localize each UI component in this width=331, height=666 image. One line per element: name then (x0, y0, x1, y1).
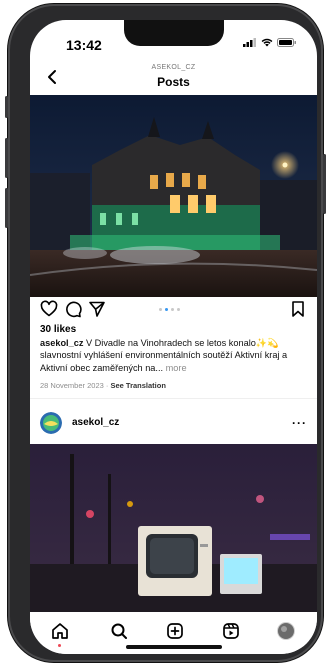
more-link[interactable]: more (163, 363, 187, 373)
volume-down-button (5, 188, 8, 228)
avatar[interactable] (40, 412, 62, 434)
likes-count[interactable]: 30 likes (40, 324, 76, 335)
battery-icon (277, 38, 296, 47)
share-icon[interactable] (88, 300, 106, 318)
post-caption: asekol_cz V Divadle na Vinohradech se le… (40, 337, 310, 374)
profile-avatar[interactable] (276, 621, 296, 641)
status-icons (243, 38, 297, 47)
see-translation-link[interactable]: See Translation (110, 381, 165, 390)
power-button (323, 154, 326, 214)
post-image-tvs[interactable] (30, 444, 317, 612)
search-icon[interactable] (109, 621, 129, 641)
heart-icon[interactable] (40, 300, 58, 318)
carousel-dot (177, 308, 180, 311)
notch (124, 20, 224, 46)
carousel-dot (159, 308, 162, 311)
screen: 13:42 ASEKOL_CZ Posts 30 likes asekol_cz… (30, 20, 317, 654)
post-image-theatre[interactable] (30, 95, 317, 297)
header-username: ASEKOL_CZ (151, 64, 196, 71)
notification-dot (58, 644, 61, 647)
silent-switch (5, 96, 8, 118)
reels-icon[interactable] (221, 621, 241, 641)
divider (30, 398, 317, 399)
tab-bar (30, 612, 317, 654)
home-icon[interactable] (50, 621, 70, 641)
status-time: 13:42 (66, 37, 102, 53)
volume-up-button (5, 138, 8, 178)
carousel-indicator (159, 308, 180, 311)
phone-frame: 13:42 ASEKOL_CZ Posts 30 likes asekol_cz… (5, 4, 326, 662)
bookmark-icon[interactable] (289, 300, 307, 318)
post-actions (30, 298, 317, 322)
caption-username[interactable]: asekol_cz (40, 338, 83, 348)
home-indicator (126, 645, 222, 649)
post-date-line: 28 November 2023 · See Translation (40, 381, 166, 390)
signal-icon (243, 38, 256, 47)
post-date: 28 November 2023 (40, 381, 104, 390)
carousel-dot (171, 308, 174, 311)
page-title: Posts (157, 75, 190, 89)
create-icon[interactable] (165, 621, 185, 641)
ellipsis-icon[interactable]: ··· (292, 416, 307, 430)
carousel-dot-active (165, 308, 168, 311)
post-username[interactable]: asekol_cz (72, 417, 119, 428)
comment-icon[interactable] (64, 300, 82, 318)
wifi-icon (261, 38, 273, 47)
